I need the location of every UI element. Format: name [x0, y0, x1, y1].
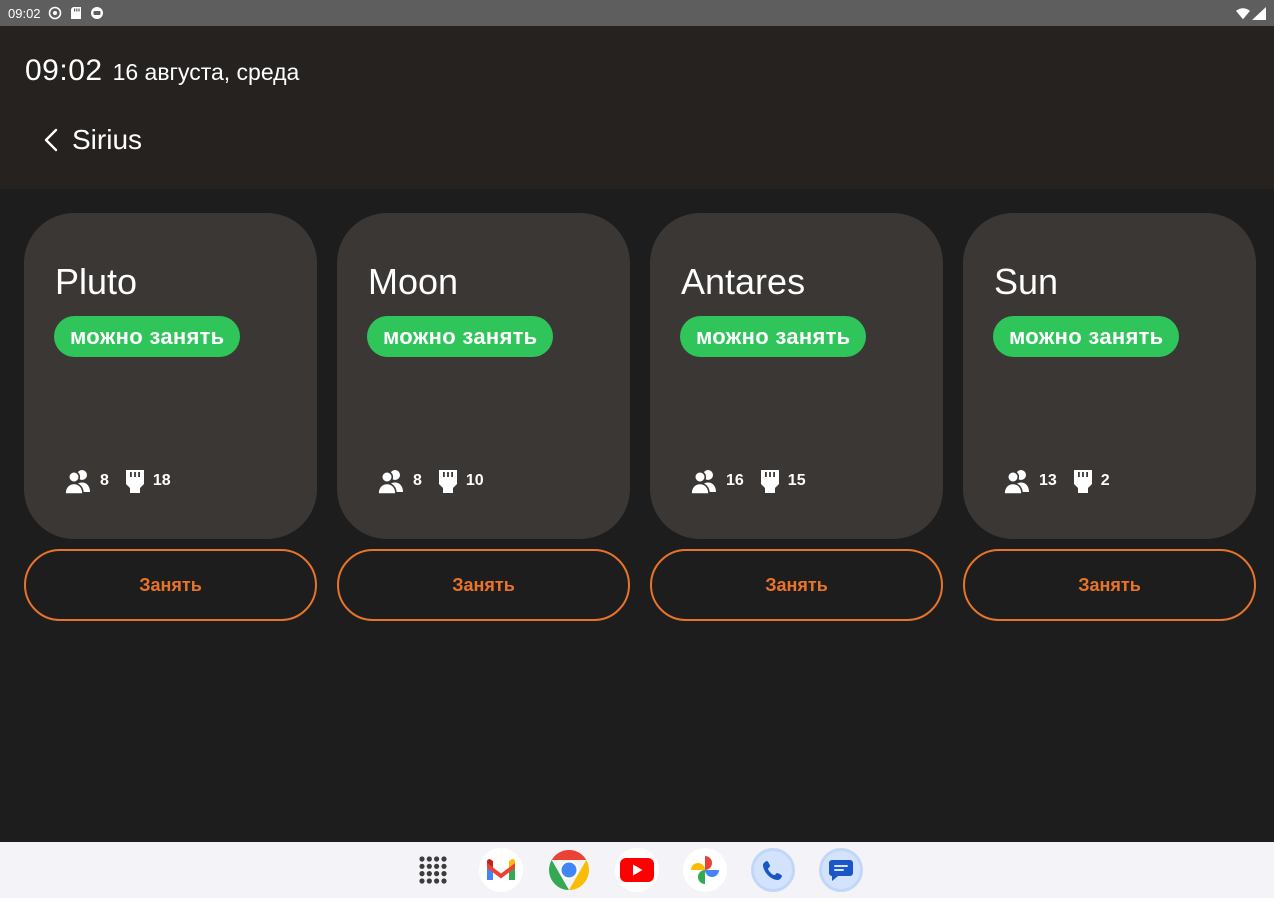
app-drawer-icon[interactable] [411, 848, 455, 892]
ethernet-port-icon [1073, 468, 1093, 494]
ethernet-port-icon [125, 468, 145, 494]
room-pluto: Pluto можно занять 8 18 Занять [24, 213, 317, 621]
capacity-value: 8 [413, 472, 422, 489]
capacity-stat: 8 [377, 468, 422, 494]
wifi-icon [1236, 6, 1250, 20]
chevron-left-icon [44, 126, 62, 154]
clock: 09:02 16 августа, среда [25, 54, 299, 88]
people-icon [64, 468, 92, 494]
settings-sync-icon [48, 6, 62, 20]
header: 09:02 16 августа, среда Sirius [0, 26, 1274, 189]
youtube-icon[interactable] [615, 848, 659, 892]
ports-value: 15 [787, 472, 806, 489]
room-name: Sun [994, 261, 1059, 302]
room-card[interactable]: Sun можно занять 13 2 [963, 213, 1256, 539]
ethernet-port-icon [438, 468, 458, 494]
room-stats: 8 10 [377, 468, 484, 494]
ports-stat: 15 [760, 468, 806, 494]
room-card[interactable]: Pluto можно занять 8 18 [24, 213, 317, 539]
phone-icon[interactable] [751, 848, 795, 892]
status-badge: можно занять [680, 316, 867, 357]
room-card[interactable]: Moon можно занять 8 10 [337, 213, 630, 539]
status-bar: 09:02 [0, 0, 1274, 26]
capacity-stat: 16 [690, 468, 744, 494]
room-name: Moon [368, 261, 459, 302]
room-sun: Sun можно занять 13 2 Занять [963, 213, 1256, 621]
status-time: 09:02 [8, 5, 41, 21]
people-icon [377, 468, 405, 494]
signal-icon [1252, 6, 1266, 20]
book-room-button[interactable]: Занять [24, 549, 317, 621]
room-stats: 8 18 [64, 468, 171, 494]
rooms-list: Pluto можно занять 8 18 Занять Moon можн… [24, 213, 1256, 621]
room-card[interactable]: Antares можно занять 16 15 [650, 213, 943, 539]
capacity-value: 8 [100, 472, 109, 489]
people-icon [690, 468, 718, 494]
messages-icon[interactable] [819, 848, 863, 892]
app-dock [0, 842, 1274, 898]
ports-stat: 2 [1073, 468, 1110, 494]
book-room-button[interactable]: Занять [963, 549, 1256, 621]
status-badge: можно занять [54, 316, 241, 357]
ports-value: 18 [152, 472, 171, 489]
capacity-value: 13 [1039, 472, 1057, 489]
book-room-button[interactable]: Занять [650, 549, 943, 621]
gmail-icon[interactable] [479, 848, 523, 892]
clock-time: 09:02 [25, 54, 103, 87]
clock-date: 16 августа, среда [112, 59, 300, 85]
capacity-value: 16 [726, 472, 744, 489]
book-room-button[interactable]: Занять [337, 549, 630, 621]
sd-card-icon [69, 6, 83, 20]
room-moon: Moon можно занять 8 10 Занять [337, 213, 630, 621]
ports-value: 2 [1100, 472, 1110, 489]
ports-value: 10 [465, 472, 484, 489]
app-notification-icon [90, 6, 104, 20]
chrome-icon[interactable] [547, 848, 591, 892]
photos-icon[interactable] [683, 848, 727, 892]
capacity-stat: 13 [1003, 468, 1057, 494]
status-badge: можно занять [367, 316, 554, 357]
room-antares: Antares можно занять 16 15 Занять [650, 213, 943, 621]
room-stats: 13 2 [1003, 468, 1110, 494]
status-badge: можно занять [993, 316, 1180, 357]
ethernet-port-icon [760, 468, 780, 494]
capacity-stat: 8 [64, 468, 109, 494]
people-icon [1003, 468, 1031, 494]
room-name: Antares [681, 261, 806, 302]
back-button[interactable]: Sirius [44, 124, 142, 156]
ports-stat: 10 [438, 468, 484, 494]
room-name: Pluto [55, 261, 138, 302]
ports-stat: 18 [125, 468, 171, 494]
room-stats: 16 15 [690, 468, 806, 494]
location-title: Sirius [72, 124, 143, 155]
